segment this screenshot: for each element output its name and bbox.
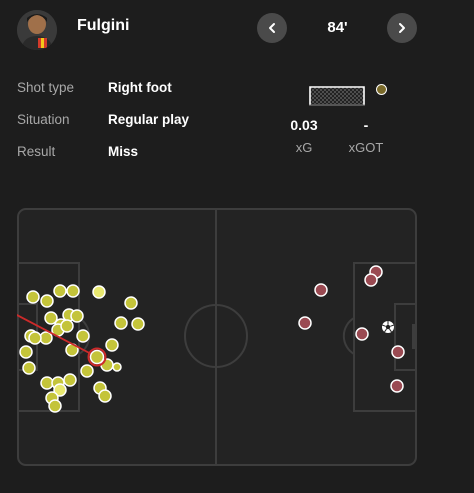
avatar-image: [17, 10, 57, 50]
shot-marker[interactable]: [92, 285, 106, 299]
shot-marker[interactable]: [298, 316, 312, 330]
goal-ball-icon[interactable]: [382, 321, 394, 333]
shot-marker[interactable]: [390, 379, 404, 393]
shot-type-label: Shot type: [17, 80, 75, 95]
shot-marker[interactable]: [40, 294, 54, 308]
next-shot-button[interactable]: [387, 13, 417, 43]
shot-map-pitch: [17, 208, 417, 466]
shot-marker[interactable]: [364, 273, 378, 287]
shot-minute: 84': [327, 19, 348, 36]
shot-type-value: Right foot: [108, 80, 172, 95]
shot-marker[interactable]: [124, 296, 138, 310]
player-avatar: [17, 10, 57, 50]
shot-marker[interactable]: [355, 327, 369, 341]
shot-marker[interactable]: [39, 331, 53, 345]
shot-marker[interactable]: [60, 319, 74, 333]
xg-label: xG: [295, 140, 313, 155]
shot-marker[interactable]: [19, 345, 33, 359]
result-value: Miss: [108, 144, 139, 159]
shot-marker[interactable]: [70, 309, 84, 323]
xgot-stat: - xGOT: [336, 117, 396, 155]
xgot-value: -: [363, 117, 369, 133]
shot-marker[interactable]: [114, 316, 128, 330]
shot-marker[interactable]: [80, 364, 94, 378]
shot-marker[interactable]: [66, 284, 80, 298]
chevron-left-icon: [269, 23, 275, 33]
shot-marker[interactable]: [105, 338, 119, 352]
right-goal: [412, 324, 416, 349]
previous-shot-button[interactable]: [257, 13, 287, 43]
shot-marker[interactable]: [53, 284, 67, 298]
situation-value: Regular play: [108, 112, 190, 127]
xg-value: 0.03: [290, 117, 318, 133]
shot-marker[interactable]: [131, 317, 145, 331]
xgot-label: xGOT: [348, 140, 384, 155]
xg-stat: 0.03 xG: [274, 117, 334, 155]
shot-marker[interactable]: [48, 399, 62, 413]
shot-marker[interactable]: [76, 329, 90, 343]
shot-marker[interactable]: [28, 331, 42, 345]
goal-frame-icon: [309, 86, 365, 106]
result-label: Result: [17, 144, 56, 159]
shot-marker[interactable]: [26, 290, 40, 304]
selected-shot-marker[interactable]: [89, 349, 105, 365]
chevron-right-icon: [399, 23, 405, 33]
shot-marker[interactable]: [98, 389, 112, 403]
shot-marker[interactable]: [314, 283, 328, 297]
shot-marker[interactable]: [22, 361, 36, 375]
shot-marker[interactable]: [391, 345, 405, 359]
shot-marker[interactable]: [112, 362, 122, 372]
shot-marker[interactable]: [63, 373, 77, 387]
shot-outcome-marker: [376, 84, 387, 95]
situation-label: Situation: [17, 112, 70, 127]
player-name[interactable]: Fulgini: [77, 17, 129, 35]
shot-detail-header: Fulgini 84': [0, 0, 474, 60]
shot-marker[interactable]: [40, 376, 54, 390]
